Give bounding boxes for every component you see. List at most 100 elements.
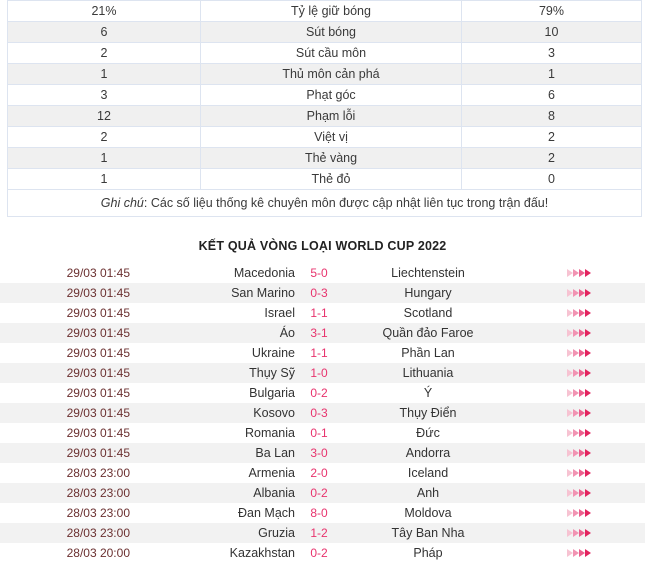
double-chevron-right-icon[interactable] <box>567 349 591 357</box>
match-home-team[interactable]: Romania <box>130 423 295 443</box>
match-away-team[interactable]: Andorra <box>343 443 513 463</box>
chevron-right-icon-4 <box>585 469 591 477</box>
match-row[interactable]: 29/03 01:45 Macedonia 5-0 Liechtenstein <box>0 263 645 283</box>
match-detail-link[interactable] <box>513 503 645 523</box>
double-chevron-right-icon[interactable] <box>567 309 591 317</box>
double-chevron-right-icon[interactable] <box>567 369 591 377</box>
match-home-team[interactable]: Thụy Sỹ <box>130 363 295 383</box>
stats-away-value: 0 <box>461 168 642 190</box>
match-away-team[interactable]: Liechtenstein <box>343 263 513 283</box>
match-detail-link[interactable] <box>513 463 645 483</box>
match-score[interactable]: 3-0 <box>295 443 343 463</box>
match-detail-link[interactable] <box>513 363 645 383</box>
match-home-team[interactable]: Kosovo <box>130 403 295 423</box>
match-row[interactable]: 29/03 01:45 Thụy Sỹ 1-0 Lithuania <box>0 363 645 383</box>
match-home-team[interactable]: Macedonia <box>130 263 295 283</box>
match-row[interactable]: 28/03 23:00 Đan Mạch 8-0 Moldova <box>0 503 645 523</box>
match-row[interactable]: 29/03 01:45 Ba Lan 3-0 Andorra <box>0 443 645 463</box>
match-detail-link[interactable] <box>513 403 645 423</box>
match-home-team[interactable]: Áo <box>130 323 295 343</box>
match-score[interactable]: 8-0 <box>295 503 343 523</box>
match-row[interactable]: 29/03 01:45 Israel 1-1 Scotland <box>0 303 645 323</box>
match-away-team[interactable]: Iceland <box>343 463 513 483</box>
match-detail-link[interactable] <box>513 303 645 323</box>
match-row[interactable]: 29/03 01:45 Áo 3-1 Quần đảo Faroe <box>0 323 645 343</box>
match-home-team[interactable]: Ba Lan <box>130 443 295 463</box>
double-chevron-right-icon[interactable] <box>567 289 591 297</box>
match-home-team[interactable]: Gruzia <box>130 523 295 543</box>
stats-home-value: 12 <box>7 105 201 127</box>
match-away-team[interactable]: Pháp <box>343 543 513 563</box>
match-away-team[interactable]: Hungary <box>343 283 513 303</box>
match-score[interactable]: 1-1 <box>295 343 343 363</box>
match-score[interactable]: 5-0 <box>295 263 343 283</box>
match-away-team[interactable]: Moldova <box>343 503 513 523</box>
match-score[interactable]: 2-0 <box>295 463 343 483</box>
match-row[interactable]: 28/03 23:00 Albania 0-2 Anh <box>0 483 645 503</box>
double-chevron-right-icon[interactable] <box>567 489 591 497</box>
match-home-team[interactable]: San Marino <box>130 283 295 303</box>
double-chevron-right-icon[interactable] <box>567 429 591 437</box>
match-row[interactable]: 29/03 01:45 Ukraine 1-1 Phần Lan <box>0 343 645 363</box>
match-score[interactable]: 0-1 <box>295 423 343 443</box>
match-detail-link[interactable] <box>513 483 645 503</box>
match-score[interactable]: 0-2 <box>295 383 343 403</box>
match-away-team[interactable]: Đức <box>343 423 513 443</box>
match-row[interactable]: 28/03 23:00 Armenia 2-0 Iceland <box>0 463 645 483</box>
match-away-team[interactable]: Tây Ban Nha <box>343 523 513 543</box>
match-away-team[interactable]: Lithuania <box>343 363 513 383</box>
match-home-team[interactable]: Bulgaria <box>130 383 295 403</box>
match-kickoff-time: 29/03 01:45 <box>66 346 130 360</box>
match-detail-link[interactable] <box>513 343 645 363</box>
double-chevron-right-icon[interactable] <box>567 509 591 517</box>
stats-home-value: 2 <box>7 126 201 148</box>
stats-home-value: 1 <box>7 168 201 190</box>
match-score[interactable]: 1-0 <box>295 363 343 383</box>
match-home-team[interactable]: Albania <box>130 483 295 503</box>
match-detail-link[interactable] <box>513 283 645 303</box>
double-chevron-right-icon[interactable] <box>567 389 591 397</box>
match-score[interactable]: 1-2 <box>295 523 343 543</box>
match-score[interactable]: 1-1 <box>295 303 343 323</box>
double-chevron-right-icon[interactable] <box>567 549 591 557</box>
double-chevron-right-icon[interactable] <box>567 329 591 337</box>
match-row[interactable]: 29/03 01:45 Kosovo 0-3 Thụy Điển <box>0 403 645 423</box>
match-score[interactable]: 0-3 <box>295 283 343 303</box>
match-detail-link[interactable] <box>513 443 645 463</box>
match-detail-link[interactable] <box>513 263 645 283</box>
match-row[interactable]: 29/03 01:45 San Marino 0-3 Hungary <box>0 283 645 303</box>
match-score[interactable]: 0-2 <box>295 543 343 563</box>
match-row[interactable]: 29/03 01:45 Romania 0-1 Đức <box>0 423 645 443</box>
match-away-team[interactable]: Scotland <box>343 303 513 323</box>
match-home-team[interactable]: Đan Mạch <box>130 503 295 523</box>
match-away-team[interactable]: Thụy Điển <box>343 403 513 423</box>
match-away-team[interactable]: Quần đảo Faroe <box>343 323 513 343</box>
match-results-body: 29/03 01:45 Macedonia 5-0 Liechtenstein 29/0… <box>0 263 645 563</box>
match-score[interactable]: 0-3 <box>295 403 343 423</box>
match-home-team[interactable]: Kazakhstan <box>130 543 295 563</box>
match-row[interactable]: 28/03 23:00 Gruzia 1-2 Tây Ban Nha <box>0 523 645 543</box>
double-chevron-right-icon[interactable] <box>567 469 591 477</box>
stats-home-value: 6 <box>7 21 201 43</box>
match-home-team[interactable]: Ukraine <box>130 343 295 363</box>
match-away-team[interactable]: Anh <box>343 483 513 503</box>
match-detail-link[interactable] <box>513 323 645 343</box>
match-home-team[interactable]: Israel <box>130 303 295 323</box>
match-detail-link[interactable] <box>513 543 645 563</box>
match-score[interactable]: 0-2 <box>295 483 343 503</box>
match-detail-link[interactable] <box>513 523 645 543</box>
stats-away-value: 8 <box>461 105 642 127</box>
stats-label: Phạt góc <box>200 84 462 106</box>
double-chevron-right-icon[interactable] <box>567 449 591 457</box>
match-home-team[interactable]: Armenia <box>130 463 295 483</box>
match-away-team[interactable]: Ý <box>343 383 513 403</box>
match-detail-link[interactable] <box>513 383 645 403</box>
double-chevron-right-icon[interactable] <box>567 269 591 277</box>
match-detail-link[interactable] <box>513 423 645 443</box>
match-away-team[interactable]: Phần Lan <box>343 343 513 363</box>
double-chevron-right-icon[interactable] <box>567 409 591 417</box>
match-row[interactable]: 28/03 20:00 Kazakhstan 0-2 Pháp <box>0 543 645 563</box>
match-score[interactable]: 3-1 <box>295 323 343 343</box>
match-row[interactable]: 29/03 01:45 Bulgaria 0-2 Ý <box>0 383 645 403</box>
double-chevron-right-icon[interactable] <box>567 529 591 537</box>
